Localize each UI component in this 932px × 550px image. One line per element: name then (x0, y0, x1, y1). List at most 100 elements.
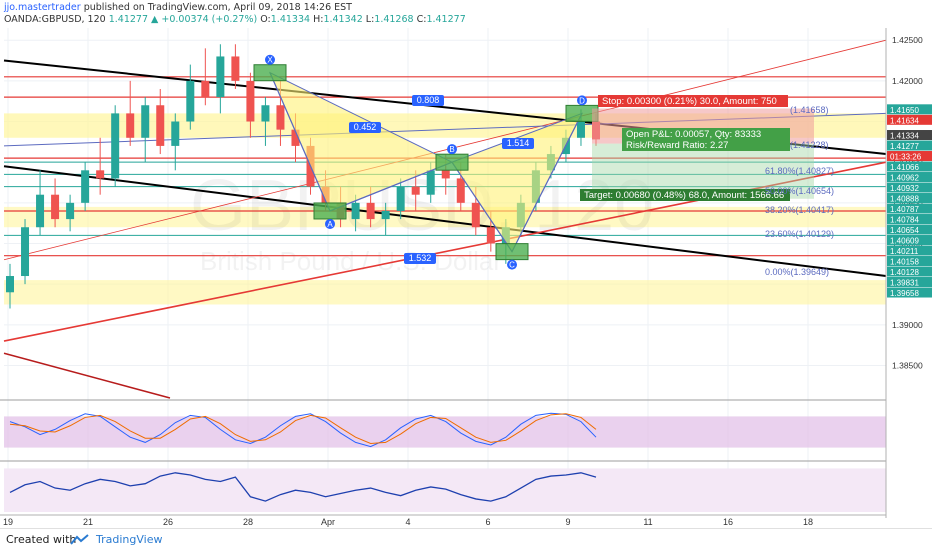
ratio-label: 0.808 (417, 95, 440, 105)
candle-body (486, 227, 495, 244)
tradingview-logo-icon[interactable] (70, 534, 90, 546)
yellow-zone (4, 280, 886, 305)
price-tag-label: 1.40609 (890, 237, 919, 246)
price-tag-label: 1.39658 (890, 289, 919, 298)
fib-level-label: 0.00%(1.39649) (765, 267, 829, 277)
close-label: C: (416, 14, 427, 25)
candle-body (471, 202, 480, 228)
candle-body (396, 186, 405, 211)
rsi-band (4, 468, 886, 512)
pivot-label: D (579, 96, 585, 105)
price-tick: 1.42000 (892, 76, 923, 86)
price-tag-label: 01:33:26 (890, 153, 922, 162)
candle-body (66, 202, 75, 220)
created-with-text: Created with (6, 533, 77, 546)
fib-level-label: 23.60%(1.40129) (765, 229, 834, 239)
candle-body (411, 186, 420, 195)
fib-level-label: 61.80%(1.40827) (765, 166, 834, 176)
price-tag-label: 1.40158 (890, 258, 919, 267)
time-tick: 18 (803, 517, 813, 527)
price-tag-label: 1.41277 (890, 142, 919, 151)
candle-body (231, 56, 240, 81)
stop-price-label: (1.41658) (790, 105, 829, 115)
header-line-1: jjo.mastertrader published on TradingVie… (4, 2, 352, 13)
close-value: 1.41277 (426, 14, 466, 25)
pivot-label: X (267, 56, 273, 65)
price-tag-label: 1.40932 (890, 184, 919, 193)
time-tick: 19 (3, 517, 13, 527)
high-label: H: (313, 14, 324, 25)
pivot-label: B (449, 145, 454, 154)
time-tick: 9 (565, 517, 570, 527)
fib-level-label: 38.20%(1.40417) (765, 205, 834, 215)
author-link[interactable]: jjo.mastertrader (4, 2, 81, 13)
price-tag-label: 1.40128 (890, 268, 919, 277)
ratio-label: 1.532 (409, 253, 432, 263)
green-pivot-box (313, 202, 347, 220)
price-tag-label: 1.40784 (890, 216, 919, 225)
price-tag-label: 1.41650 (890, 106, 919, 115)
candle-body (576, 121, 585, 138)
price-change: +0.00374 (+0.27%) (161, 14, 258, 25)
position-label: Stop: 0.00300 (0.21%) 30.0, Amount: 750 (602, 96, 777, 107)
time-tick: 16 (723, 517, 733, 527)
watermark-symbol: GBPUSD, 120 (190, 166, 654, 246)
candle-body (351, 202, 360, 220)
price-tag-label: 1.39831 (890, 279, 919, 288)
price-tick: 1.42500 (892, 35, 923, 45)
candle-body (36, 194, 45, 228)
candle-body (276, 105, 285, 130)
candle-body (81, 170, 90, 203)
time-tick: 11 (643, 517, 652, 527)
red-down-line (3, 352, 171, 399)
header-line-2: OANDA:GBPUSD, 120 1.41277 ▲ +0.00374 (+0… (4, 14, 466, 25)
ratio-label: 0.452 (354, 122, 377, 132)
pivot-label: A (327, 220, 333, 229)
position-label: Risk/Reward Ratio: 2.27 (626, 140, 728, 151)
time-tick: 26 (163, 517, 173, 527)
price-tag-label: 1.41634 (890, 116, 919, 125)
price-tick: 1.39000 (892, 320, 923, 330)
pivot-label: C (509, 261, 515, 270)
candle-body (51, 194, 60, 220)
candle-body (111, 113, 120, 179)
open-label: O: (260, 14, 271, 25)
price-tag-label: 1.40888 (890, 195, 919, 204)
price-tag-label: 1.40787 (890, 205, 919, 214)
price-axis-layer: 1.425001.420001.415001.410001.405001.400… (0, 28, 932, 527)
ratio-label: 1.514 (507, 138, 530, 148)
price-tag-label: 1.41334 (890, 132, 919, 141)
candle-body (6, 276, 14, 293)
indicators-layer: 80.000040.00000.000060.000040.0000 (0, 399, 920, 512)
price-tag-label: 1.40654 (890, 226, 919, 235)
candle-body (261, 105, 270, 122)
candle-body (216, 56, 225, 98)
published-text: published on TradingView.com, April 09, … (83, 2, 352, 13)
candle-body (426, 170, 435, 195)
green-pivot-box (495, 243, 529, 261)
candle-body (156, 105, 165, 146)
tradingview-brand-link[interactable]: TradingView (96, 533, 162, 546)
high-value: 1.41342 (323, 14, 363, 25)
time-tick: 28 (243, 517, 253, 527)
candle-body (366, 202, 375, 220)
entry-price-label: (1.41228) (790, 140, 829, 150)
price-tag-label: 1.40211 (890, 247, 919, 256)
candle-body (441, 170, 450, 179)
candle-body (381, 210, 390, 220)
position-label: Target: 0.00680 (0.48%) 68.0, Amount: 15… (584, 190, 784, 201)
price-tick: 1.38500 (892, 360, 923, 370)
candle-body (246, 80, 255, 122)
last-price: 1.41277 (108, 14, 149, 25)
open-value: 1.41334 (270, 14, 311, 25)
fib-level-label: 50.00%(1.40654) (765, 186, 834, 196)
candle-body (126, 113, 135, 138)
candle-body (456, 178, 465, 203)
symbol-label[interactable]: OANDA:GBPUSD, 120 (4, 14, 106, 25)
low-value: 1.41268 (374, 14, 414, 25)
low-label: L: (365, 14, 375, 25)
time-tick: 4 (405, 517, 410, 527)
chart-canvas[interactable]: GBPUSD, 120 British Pound / U.S. Dollar … (0, 0, 932, 550)
candle-body (21, 227, 30, 277)
watermark-name: British Pound / U.S. Dollar (200, 246, 502, 276)
